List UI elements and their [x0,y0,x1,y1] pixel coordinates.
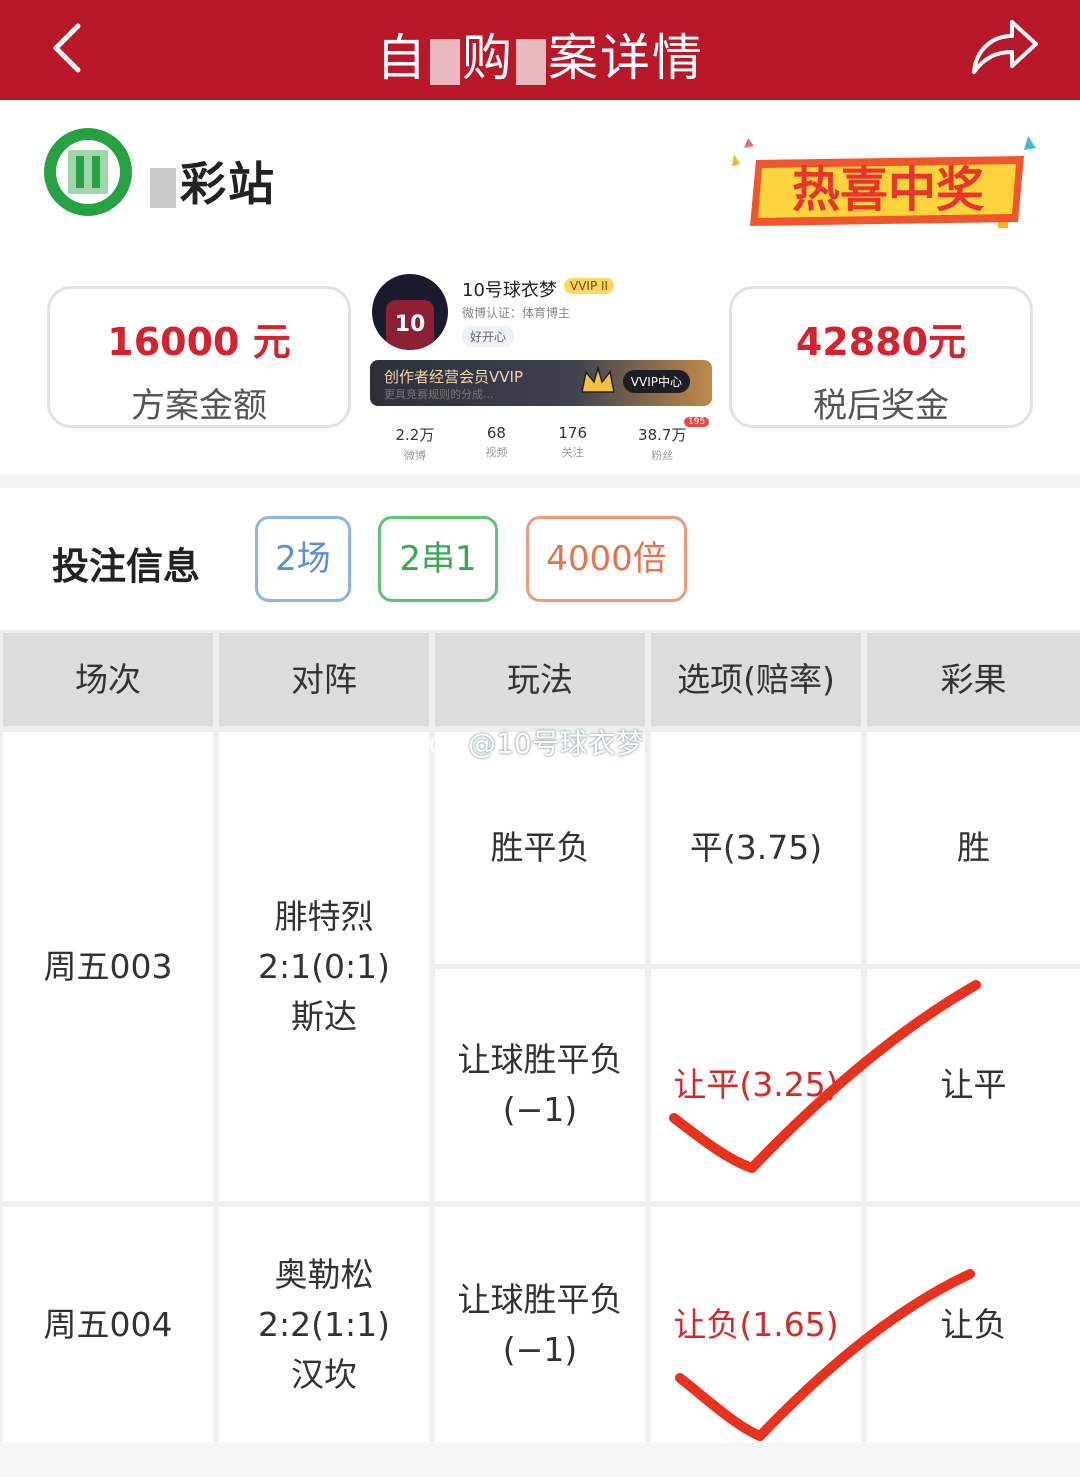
stat-number: 68 [486,424,506,442]
brand-logo-icon [44,128,132,216]
bottom-strip [0,1442,1080,1477]
option-odds-hit: 让平(3.25) [651,969,861,1201]
blogger-profile-card[interactable]: 10 10号球衣梦 VVIP II 微博认证：体育博主 好开心 创作者经营会员V… [366,268,716,468]
stat-label: 粉丝 [651,449,674,462]
share-icon[interactable] [966,12,1042,82]
scheme-amount-card: 16000 元 方案金额 [47,286,351,428]
handicap-value: (−1) [502,1329,578,1369]
away-team: 汉坎 [291,1354,357,1394]
match-score: 2:2(1:1) [258,1304,390,1344]
title-part: 详情 [600,29,704,87]
blur-mask [150,167,176,208]
column-header-play: 玩法 [435,633,645,726]
bet-info-title: 投注信息 [52,545,200,588]
avatar[interactable]: 10 [372,274,448,350]
multiplier-tag: 4000倍 [526,516,687,602]
vip-badge: VVIP II [564,278,615,294]
home-team: 腓特烈 [274,896,374,936]
stat-label: 视频 [485,446,508,459]
app-header: 自购案详情 [0,0,1080,100]
play-type-label: 让球胜平负 [457,1040,623,1079]
section-divider [0,474,1080,488]
match-session: 周五004 [3,1207,213,1442]
play-type: 让球胜平负 (−1) [435,1207,645,1442]
title-part: 购 [462,29,514,87]
crown-icon [581,365,615,393]
brand-name-text: 彩站 [180,157,276,211]
brand-name: 彩站 [150,148,276,214]
column-header-option: 选项(赔率) [651,633,861,726]
hot-badge-text: 热喜中奖 [792,162,984,218]
fans-count-badge: 195 [684,417,710,427]
match-result: 让负 [867,1207,1080,1442]
stat-label: 关注 [561,446,584,459]
parlay-type-tag: 2串1 [378,516,498,602]
play-type-label: 让球胜平负 [457,1279,623,1319]
column-header-match: 对阵 [219,633,429,726]
play-type: 让球胜平负 (−1) [435,969,645,1201]
stat-weibo[interactable]: 2.2万微博 [396,424,435,463]
match-score: 2:1(0:1) [258,946,390,986]
blogger-name: 10号球衣梦 [462,280,557,301]
weibo-watermark: @10号球衣梦 [428,722,644,762]
match-session: 周五003 [3,732,213,1201]
match-result: 让平 [867,969,1080,1201]
title-part: 案 [548,29,600,87]
blur-mask [516,38,546,85]
blur-mask [430,38,460,85]
column-header-session: 场次 [3,633,213,726]
home-team: 奥勒松 [274,1254,374,1294]
watermark-text: @10号球衣梦 [468,727,644,760]
after-tax-prize: 42880元 [795,320,967,364]
stat-number: 2.2万 [395,426,435,444]
away-team: 斯达 [291,996,357,1036]
column-header-result: 彩果 [867,633,1080,726]
hot-win-badge: 热喜中奖 [732,136,1036,228]
vip-center-button[interactable]: VVIP中心 [622,370,690,393]
page-title: 自购案详情 [0,18,1080,90]
weibo-icon [429,731,462,756]
handicap-value: (−1) [502,1090,578,1129]
play-type: 胜平负 [435,732,645,964]
option-odds: 平(3.75) [651,732,861,964]
certification-text: 微博认证：体育博主 [462,306,571,320]
stat-video[interactable]: 68 视频 [485,424,507,463]
avatar-number: 10 [394,312,426,337]
vip-banner-subtitle: 更具竞赛规则的分成... [384,388,494,401]
mood-chip[interactable]: 好开心 [462,326,515,347]
title-part: 自 [376,29,428,87]
match-result: 胜 [867,732,1080,964]
profile-stats: 2.2万微博 68 视频 176 关注 38.7万粉丝 [370,424,712,463]
stat-number: 176 [558,424,588,442]
vip-banner[interactable]: 创作者经营会员VVIP 更具竞赛规则的分成... VVIP中心 [370,360,712,406]
stat-fans[interactable]: 38.7万粉丝 [638,424,686,463]
after-tax-prize-card: 42880元 税后奖金 [729,286,1033,428]
after-tax-prize-label: 税后奖金 [813,386,949,426]
matches-count-tag: 2场 [255,516,351,602]
stat-number: 38.7万 [638,426,687,444]
scheme-amount-label: 方案金额 [131,386,267,426]
vip-banner-title: 创作者经营会员VVIP [384,368,523,386]
stat-label: 微博 [403,449,426,462]
stat-following[interactable]: 176 关注 [558,424,587,463]
match-teams: 奥勒松 2:2(1:1) 汉坎 [219,1207,429,1442]
option-odds-hit: 让负(1.65) [651,1207,861,1442]
scheme-amount: 16000 元 [107,320,291,364]
match-teams: 腓特烈 2:1(0:1) 斯达 [219,732,429,1201]
